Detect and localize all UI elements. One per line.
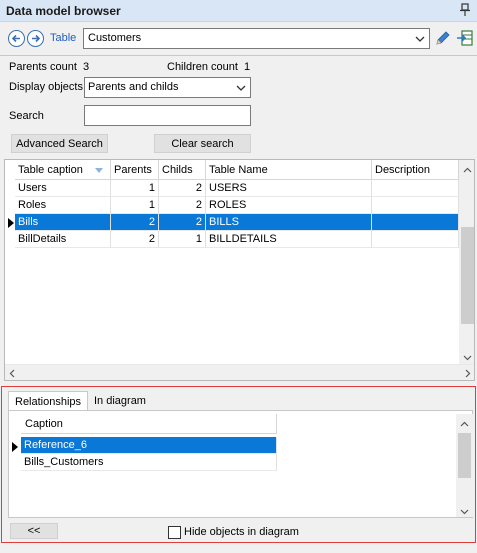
scrollbar-thumb[interactable] (461, 227, 474, 324)
table-select-value: Customers (88, 32, 142, 44)
scroll-right-icon[interactable] (465, 369, 471, 380)
parents-count-value: 3 (83, 61, 90, 73)
goto-table-icon[interactable] (456, 29, 474, 47)
table-row-parents[interactable]: 2 (111, 231, 159, 248)
collapse-button[interactable]: << (10, 523, 58, 539)
scroll-up-icon[interactable] (463, 164, 472, 176)
hide-objects-label[interactable]: Hide objects in diagram (184, 526, 299, 538)
table-row-description[interactable] (372, 180, 459, 197)
table-row-description[interactable] (372, 197, 459, 214)
children-count-value: 1 (244, 61, 251, 73)
table-row-description[interactable] (372, 231, 459, 248)
table-row-parents[interactable]: 2 (111, 214, 159, 231)
search-label: Search (9, 110, 44, 122)
table-row-parents[interactable]: 1 (111, 180, 159, 197)
scroll-left-icon[interactable] (9, 369, 15, 380)
search-input[interactable] (84, 105, 251, 126)
display-objects-select[interactable]: Parents and childs (84, 77, 251, 98)
panel-title: Data model browser (6, 4, 121, 18)
relationships-panel: Caption Reference_6 Bills_Customers (8, 410, 473, 518)
table-row-caption[interactable]: BillDetails (15, 231, 111, 248)
table-row-childs[interactable]: 1 (159, 231, 206, 248)
column-header-description[interactable]: Description (372, 160, 459, 180)
pencil-icon[interactable] (434, 29, 452, 47)
pin-icon[interactable] (459, 3, 471, 17)
list-item[interactable]: Bills_Customers (21, 454, 277, 471)
arrow-right-circle-icon[interactable] (27, 30, 44, 47)
horizontal-scrollbar[interactable] (5, 364, 474, 380)
table-row-caption[interactable]: Bills (15, 214, 111, 231)
scroll-down-icon[interactable] (460, 506, 469, 517)
clear-search-button[interactable]: Clear search (154, 134, 251, 153)
chevron-down-icon (415, 34, 425, 46)
row-indicator-icon (8, 218, 14, 228)
tables-grid[interactable]: Table caption Parents Childs Table Name … (4, 159, 475, 381)
column-header-parents[interactable]: Parents (111, 160, 159, 180)
row-indicator-icon (12, 442, 18, 452)
display-objects-value: Parents and childs (88, 81, 179, 93)
arrow-left-circle-icon[interactable] (8, 30, 25, 47)
relationships-grid[interactable]: Caption Reference_6 Bills_Customers (9, 414, 473, 517)
table-row-name[interactable]: BILLDETAILS (206, 231, 372, 248)
children-count-label: Children count (167, 61, 238, 73)
sort-arrow-icon (95, 168, 103, 173)
tab-relationships[interactable]: Relationships (8, 391, 89, 411)
column-header-table-name[interactable]: Table Name (206, 160, 372, 180)
hide-objects-checkbox[interactable] (168, 526, 181, 539)
display-objects-label: Display objects (9, 81, 83, 93)
table-row-parents[interactable]: 1 (111, 197, 159, 214)
table-row-caption[interactable]: Users (15, 180, 111, 197)
column-header-caption[interactable]: Caption (21, 414, 277, 434)
table-row-childs[interactable]: 2 (159, 214, 206, 231)
details-panel: Relationships In diagram Caption Referen… (1, 386, 476, 543)
column-header-childs[interactable]: Childs (159, 160, 206, 180)
table-row-description[interactable] (372, 214, 459, 231)
table-row-name[interactable]: BILLS (206, 214, 372, 231)
table-select[interactable]: Customers (83, 28, 430, 49)
parents-count-label: Parents count (9, 61, 77, 73)
chevron-down-icon (236, 83, 246, 95)
table-link[interactable]: Table (50, 32, 76, 44)
scroll-up-icon[interactable] (460, 418, 469, 430)
scrollbar-thumb[interactable] (458, 433, 471, 478)
advanced-search-button[interactable]: Advanced Search (11, 134, 108, 153)
table-row-childs[interactable]: 2 (159, 197, 206, 214)
table-row-childs[interactable]: 2 (159, 180, 206, 197)
title-bar: Data model browser (0, 0, 477, 22)
scroll-down-icon[interactable] (463, 352, 472, 364)
table-row-caption[interactable]: Roles (15, 197, 111, 214)
divider (0, 55, 477, 56)
tab-in-diagram[interactable]: In diagram (88, 391, 152, 411)
table-row-name[interactable]: ROLES (206, 197, 372, 214)
list-item[interactable]: Reference_6 (21, 437, 277, 454)
table-row-name[interactable]: USERS (206, 180, 372, 197)
